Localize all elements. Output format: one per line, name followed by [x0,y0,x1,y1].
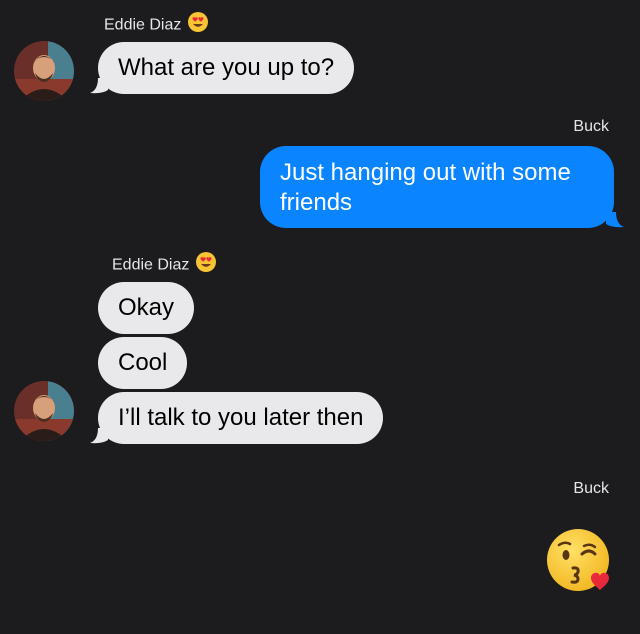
outgoing-message-bubble[interactable]: Just hanging out with some friends [260,146,614,228]
heart-eyes-emoji-icon [195,251,217,278]
incoming-message-bubble[interactable]: I’ll talk to you later then [98,392,384,444]
incoming-message-bubble[interactable]: Cool [98,337,188,389]
heart-eyes-emoji-icon [187,11,209,38]
incoming-message-bubble[interactable]: What are you up to? [98,42,355,94]
sender-name: Buck [573,480,609,498]
message-text: Okay [118,294,175,321]
sender-name: Eddie Diaz [112,252,217,279]
message-text: I’ll talk to you later then [118,404,364,431]
message-text: Just hanging out with some friends [280,159,571,216]
sender-name-text: Buck [573,118,609,135]
sender-name: Eddie Diaz [104,12,209,39]
contact-avatar[interactable] [14,381,74,441]
sender-name: Buck [573,118,609,136]
contact-avatar[interactable] [14,41,74,101]
message-text: What are you up to? [118,54,335,81]
sender-name-text: Eddie Diaz [112,256,190,274]
sender-name-text: Eddie Diaz [104,16,182,34]
kissing-face-with-heart-emoji-icon[interactable] [546,528,616,601]
message-text: Cool [118,349,168,376]
incoming-message-bubble[interactable]: Okay [98,282,195,334]
sender-name-text: Buck [573,480,609,497]
